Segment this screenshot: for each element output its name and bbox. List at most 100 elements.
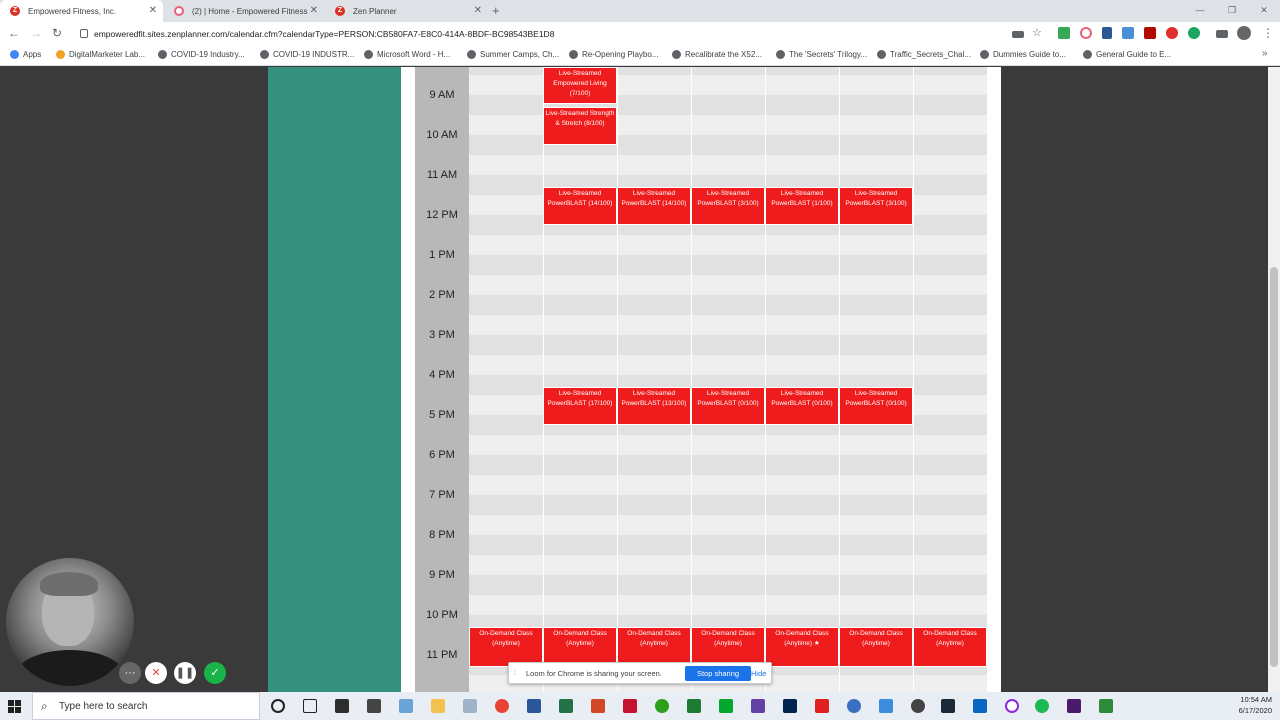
instagram-extension-icon[interactable] <box>1080 27 1092 39</box>
app-icon[interactable] <box>1005 699 1019 713</box>
task-view-icon[interactable] <box>303 699 317 713</box>
loom-finish-icon[interactable]: ✓ <box>204 662 226 684</box>
calendar-slot-row[interactable] <box>469 455 987 475</box>
settings-gear-icon[interactable] <box>911 699 925 713</box>
bookmark-apps[interactable]: Apps <box>10 50 41 59</box>
twitch-icon[interactable] <box>751 699 765 713</box>
bookmark-item[interactable]: Microsoft Word - H... <box>364 50 450 59</box>
profile-avatar[interactable] <box>1237 26 1251 40</box>
page-scrollbar[interactable] <box>1268 67 1280 692</box>
cast-icon[interactable] <box>1012 31 1024 38</box>
calendar-slot-row[interactable] <box>469 275 987 295</box>
calendar-slot-row[interactable] <box>469 575 987 595</box>
minimize-icon[interactable]: — <box>1184 0 1216 22</box>
bookmark-item[interactable]: COVID-19 Industry... <box>158 50 245 59</box>
calendar-event[interactable]: On-Demand Class (Anytime) <box>617 627 691 667</box>
scrollbar-thumb[interactable] <box>1270 267 1278 667</box>
app-icon[interactable] <box>879 699 893 713</box>
store-icon[interactable] <box>335 699 349 713</box>
tab-empowered-fitness[interactable]: Z Empowered Fitness, Inc. ✕ <box>0 0 163 22</box>
bookmark-item[interactable]: The 'Secrets' Trilogy... <box>776 50 867 59</box>
calendar-event[interactable]: On-Demand Class (Anytime) ★ <box>765 627 839 667</box>
calendar-slot-row[interactable] <box>469 315 987 335</box>
word-icon[interactable] <box>527 699 541 713</box>
close-tab-icon[interactable]: ✕ <box>474 5 482 16</box>
new-extension-icon[interactable] <box>1122 27 1134 39</box>
calendar-slot-row[interactable] <box>469 475 987 495</box>
powerpoint-icon[interactable] <box>591 699 605 713</box>
loom-more-icon[interactable]: ··· <box>119 662 141 684</box>
loom-webcam-bubble[interactable] <box>6 558 134 686</box>
drag-handle-icon[interactable]: ⁞ <box>514 670 516 677</box>
quickbooks-icon[interactable] <box>655 699 669 713</box>
maximize-icon[interactable]: ❐ <box>1216 0 1248 22</box>
calendar-event[interactable]: Live-Streamed PowerBLAST (0/100) <box>691 387 765 425</box>
menu-kebab-icon[interactable]: ⋮ <box>1262 26 1274 40</box>
calendar-slot-row[interactable] <box>469 595 987 615</box>
stop-sharing-button[interactable]: Stop sharing <box>685 666 751 681</box>
address-bar[interactable]: empoweredfit.sites.zenplanner.com/calend… <box>76 25 1006 43</box>
calendar-slot-row[interactable] <box>469 535 987 555</box>
tab-home-empowered-fitness[interactable]: (2) | Home - Empowered Fitness ✕ <box>164 0 324 22</box>
calendar-slot-row[interactable] <box>469 435 987 455</box>
back-icon[interactable]: ← <box>8 26 20 40</box>
close-window-icon[interactable]: ✕ <box>1248 0 1280 22</box>
app-icon[interactable] <box>847 699 861 713</box>
calendar-event[interactable]: Live-Streamed PowerBLAST (1/100) <box>765 187 839 225</box>
calendar-slot-row[interactable] <box>469 255 987 275</box>
bookmark-star-icon[interactable]: ☆ <box>1032 26 1042 39</box>
app-icon[interactable] <box>463 699 477 713</box>
loom-cancel-icon[interactable]: ✕ <box>145 662 167 684</box>
calendar-event[interactable]: Live-Streamed Strength & Stretch (8/100) <box>543 107 617 145</box>
calendar-slot-row[interactable] <box>469 235 987 255</box>
windows-start-icon[interactable] <box>8 700 21 713</box>
extension-green-icon[interactable] <box>1058 27 1070 39</box>
lastpass-icon[interactable] <box>1166 27 1178 39</box>
calendar-slot-row[interactable] <box>469 355 987 375</box>
calendar-event[interactable]: On-Demand Class (Anytime) <box>469 627 543 667</box>
chrome-icon[interactable] <box>495 699 509 713</box>
calendar-event[interactable]: Live-Streamed PowerBLAST (14/100) <box>543 187 617 225</box>
calendar-event[interactable]: Live-Streamed Empowered Living (7/100) <box>543 67 617 104</box>
bookmark-item[interactable]: Traffic_Secrets_Chal... <box>877 50 971 59</box>
system-tray-clock[interactable]: 10:54 AM 6/17/2020 <box>1239 694 1272 716</box>
calendar-slot-row[interactable] <box>469 295 987 315</box>
tab-zen-planner[interactable]: Z Zen Planner ✕ <box>325 0 488 22</box>
calendar-event[interactable]: On-Demand Class (Anytime) <box>913 627 987 667</box>
evernote-icon[interactable] <box>719 699 733 713</box>
calendar-slot-row[interactable] <box>469 155 987 175</box>
steam-icon[interactable] <box>941 699 955 713</box>
calendar-event[interactable]: Live-Streamed PowerBLAST (3/100) <box>839 187 913 225</box>
app-icon[interactable] <box>1099 699 1113 713</box>
app-icon[interactable] <box>687 699 701 713</box>
calendar-event[interactable]: Live-Streamed PowerBLAST (14/100) <box>617 187 691 225</box>
calendar-slot-row[interactable] <box>469 555 987 575</box>
bookmark-item[interactable]: DigitalMarketer Lab... <box>56 50 145 59</box>
grammarly-icon[interactable] <box>1188 27 1200 39</box>
vpn-extension-icon[interactable] <box>1102 27 1112 39</box>
hide-button[interactable]: Hide <box>751 669 766 678</box>
calendar-event[interactable]: On-Demand Class (Anytime) <box>691 627 765 667</box>
new-tab-icon[interactable]: + <box>492 3 500 18</box>
app-icon[interactable] <box>623 699 637 713</box>
calendar-event[interactable]: Live-Streamed PowerBLAST (3/100) <box>691 187 765 225</box>
taskbar-search-box[interactable]: ⌕ Type here to search <box>32 692 260 720</box>
pdf-icon[interactable] <box>815 699 829 713</box>
forward-icon[interactable]: → <box>30 26 42 40</box>
calendar-event[interactable]: Live-Streamed PowerBLAST (0/100) <box>765 387 839 425</box>
more-bookmarks-icon[interactable]: » <box>1262 48 1268 59</box>
bookmark-item[interactable]: Dummies Guide to... <box>980 50 1066 59</box>
close-tab-icon[interactable]: ✕ <box>310 5 318 16</box>
close-tab-icon[interactable]: ✕ <box>149 5 157 16</box>
calendar-event[interactable]: Live-Streamed PowerBLAST (0/100) <box>839 387 913 425</box>
calendar-event[interactable]: On-Demand Class (Anytime) <box>543 627 617 667</box>
bookmark-item[interactable]: Re-Opening Playbo... <box>569 50 659 59</box>
calendar-slot-row[interactable] <box>469 495 987 515</box>
calendar-event[interactable]: Live-Streamed PowerBLAST (17/100) <box>543 387 617 425</box>
app-icon[interactable] <box>1067 699 1081 713</box>
bookmark-item[interactable]: Summer Camps, Ch... <box>467 50 559 59</box>
file-explorer-icon[interactable] <box>431 699 445 713</box>
spotify-icon[interactable] <box>1035 699 1049 713</box>
calculator-icon[interactable] <box>367 699 381 713</box>
calendar-slot-row[interactable] <box>469 515 987 535</box>
